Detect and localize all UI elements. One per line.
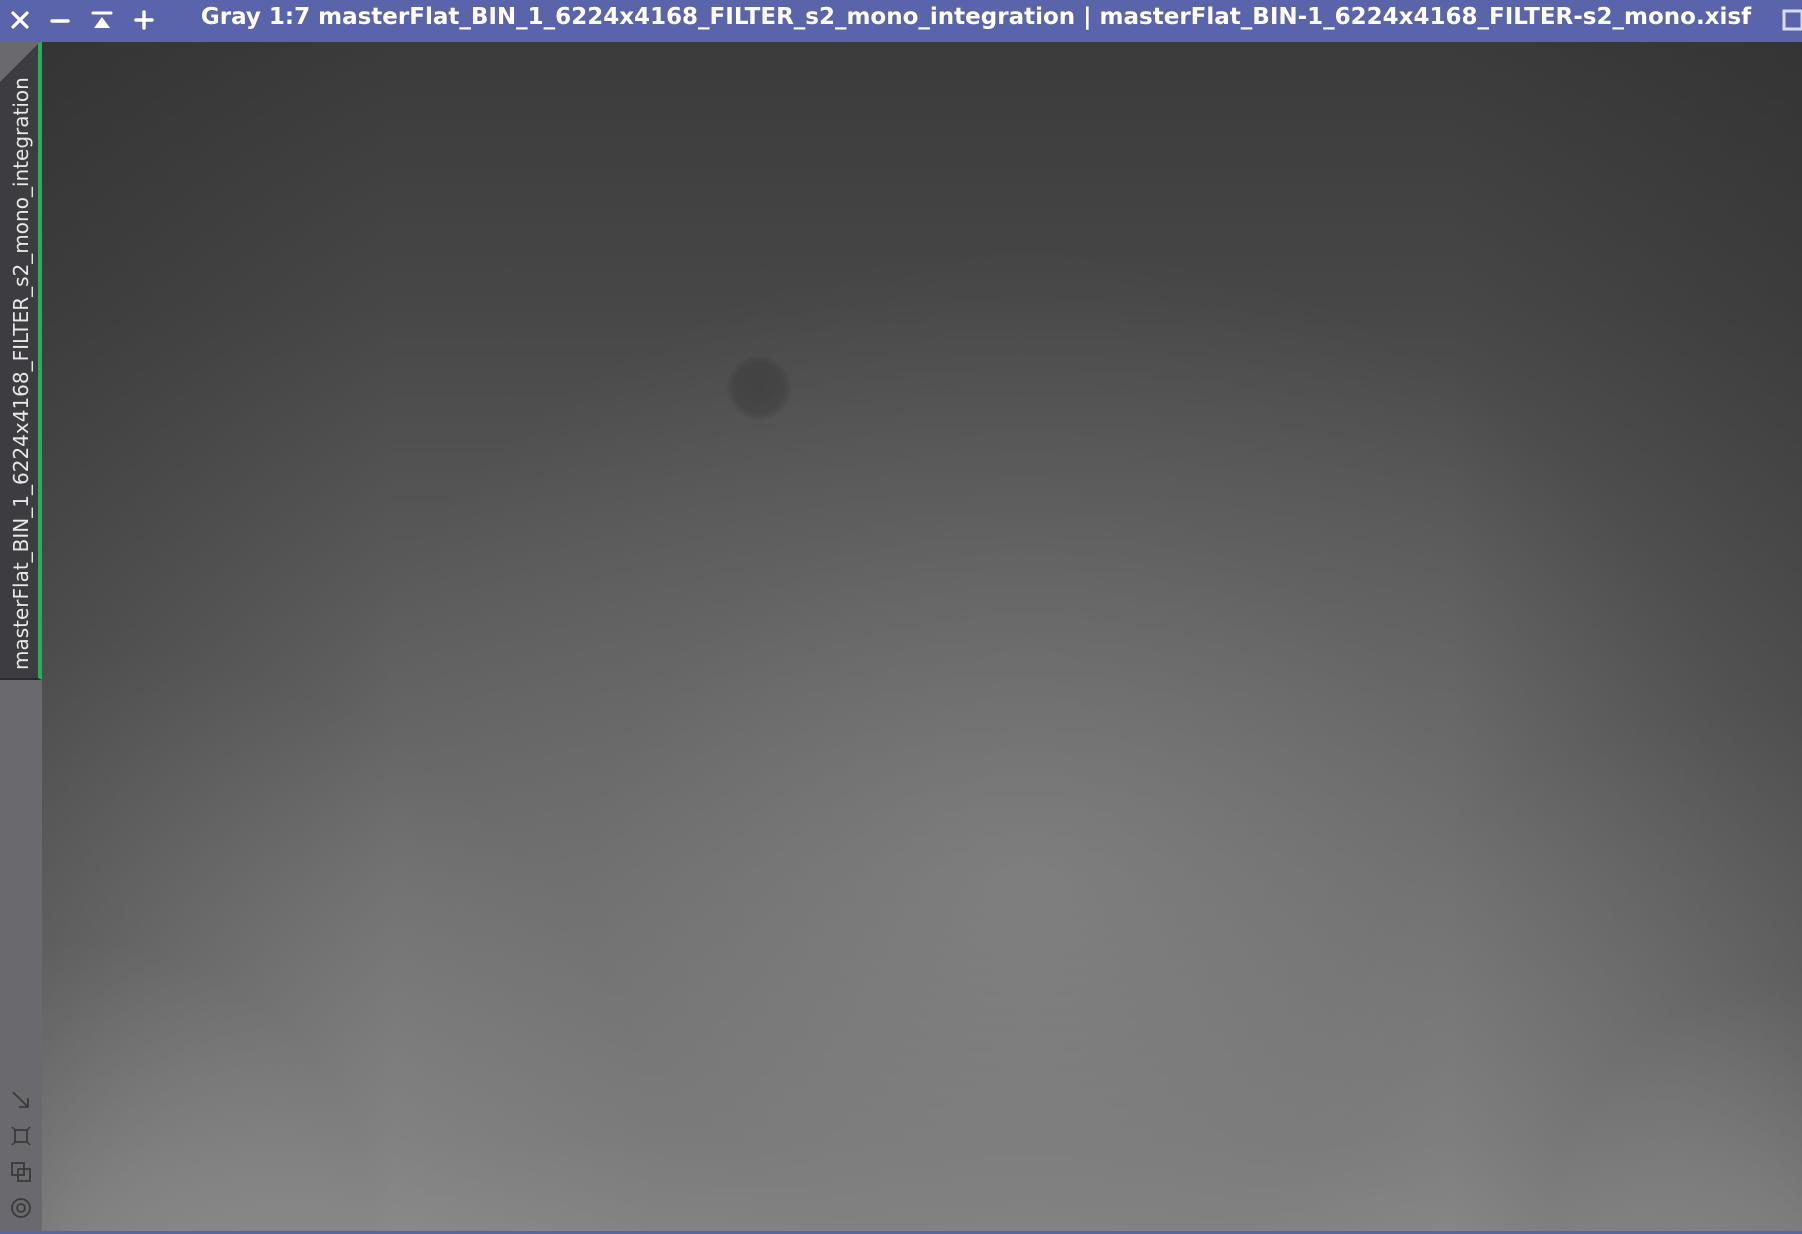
side-tool-icons [0,1082,42,1226]
window-title: Gray 1:7 masterFlat_BIN_1_6224x4168_FILT… [200,4,1752,30]
view-tab[interactable]: masterFlat_BIN_1_6224x4168_FILTER_s2_mon… [0,42,42,680]
clone-view-icon [11,1162,31,1182]
view-tab-corner [0,42,40,82]
window-restore-button[interactable] [1780,8,1802,32]
shade-button[interactable] [84,2,120,38]
target-icon [11,1198,31,1218]
window-titlebar[interactable]: Gray 1:7 masterFlat_BIN_1_6224x4168_FILT… [0,0,1802,42]
shade-icon [91,11,113,28]
image-viewport[interactable] [42,42,1802,1234]
fit-view-icon [11,1126,31,1146]
image-window: Gray 1:7 masterFlat_BIN_1_6224x4168_FILT… [0,0,1802,1234]
fit-view-button[interactable] [0,1118,42,1154]
minimize-icon [50,19,70,23]
flat-vignette [42,42,1802,1234]
resize-button[interactable] [0,1082,42,1118]
plus-icon [134,10,154,30]
view-tab-label: masterFlat_BIN_1_6224x4168_FILTER_s2_mon… [9,77,33,670]
maximize-button[interactable] [126,2,162,38]
close-button[interactable] [2,2,38,38]
clone-view-button[interactable] [0,1154,42,1190]
minimize-button[interactable] [42,2,78,38]
close-icon [11,11,29,29]
view-selector-strip: masterFlat_BIN_1_6224x4168_FILTER_s2_mon… [0,42,42,1234]
resize-arrow-icon [12,1091,29,1108]
restore-icon [1782,9,1802,31]
dust-donut [727,356,791,420]
target-button[interactable] [0,1190,42,1226]
